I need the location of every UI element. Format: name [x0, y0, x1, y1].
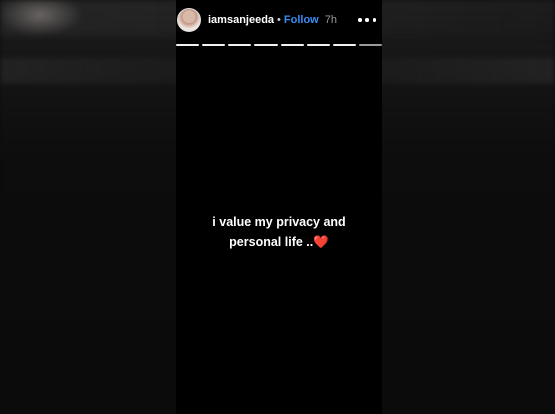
progress-segment [280, 44, 304, 46]
caption-line-2: personal life ..❤️ [176, 232, 382, 252]
caption-line-2-text: personal life .. [229, 235, 314, 249]
progress-segment [306, 44, 330, 46]
progress-segment [202, 44, 226, 46]
story-frame[interactable]: iamsanjeeda • Follow 7h i value my priva… [176, 0, 382, 414]
follow-button[interactable]: Follow [284, 14, 319, 26]
more-dot-icon [358, 18, 362, 22]
story-progress-bar [176, 44, 382, 48]
story-header: iamsanjeeda • Follow 7h [176, 6, 382, 34]
progress-segment [176, 44, 200, 46]
profile-avatar[interactable] [177, 8, 201, 32]
progress-segment-current [358, 44, 382, 46]
separator-dot: • [277, 14, 281, 26]
more-dot-icon [365, 18, 369, 22]
username-link[interactable]: iamsanjeeda [208, 14, 274, 26]
progress-segment [254, 44, 278, 46]
more-dot-icon [372, 18, 376, 22]
caption-line-1: i value my privacy and [212, 215, 346, 229]
heart-emoji-icon: ❤️ [313, 235, 329, 249]
story-caption: i value my privacy and personal life ..❤… [176, 212, 382, 252]
more-options-icon[interactable] [358, 12, 376, 28]
story-timestamp: 7h [324, 14, 337, 26]
progress-segment [228, 44, 252, 46]
progress-segment [332, 44, 356, 46]
